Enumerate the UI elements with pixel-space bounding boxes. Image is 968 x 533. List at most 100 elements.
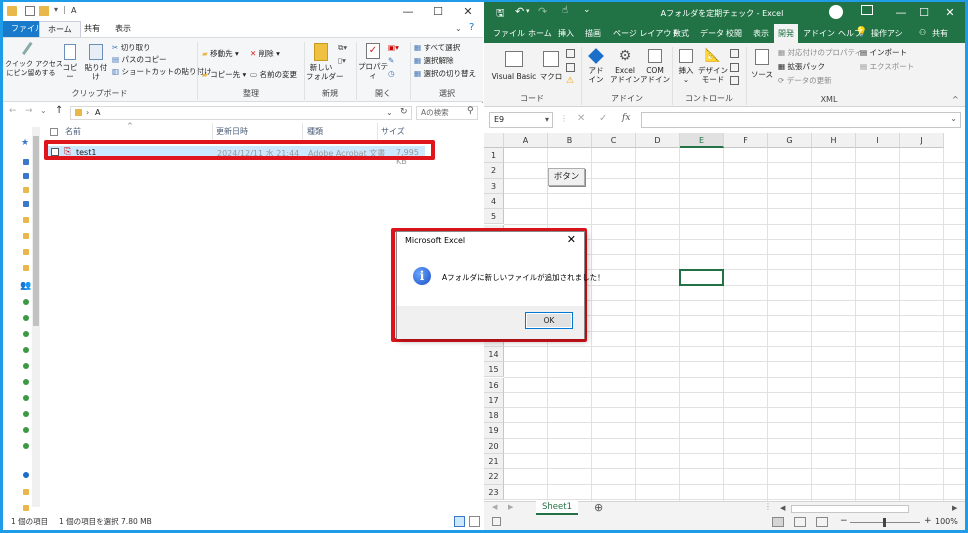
column-header-h[interactable]: H [812,133,856,148]
folder-nav-icon[interactable] [23,505,29,511]
sheet-prev-icon[interactable]: ◀ [492,503,497,511]
desktop-nav-icon[interactable] [23,159,29,165]
downloads-nav-icon[interactable] [23,173,29,179]
visual-basic-button[interactable]: Visual Basic [490,51,538,81]
up-icon[interactable]: ↑ [55,105,63,116]
cancel-formula-icon[interactable]: ✕ [577,113,585,124]
insert-control-button[interactable]: 挿入 ⌄ [675,49,697,84]
sync-folder-icon[interactable] [23,395,29,401]
ok-button[interactable]: OK [525,312,573,329]
address-box[interactable]: › A ⌄ ↻ [70,106,412,120]
excel-tab-0[interactable]: ファイル [489,24,529,43]
sync-folder-icon[interactable] [23,363,29,369]
close-button[interactable]: ✕ [453,2,483,21]
zoom-out-icon[interactable]: − [840,516,848,526]
help-icon[interactable]: ? [469,22,474,33]
forward-icon[interactable]: → [25,106,33,116]
folder-nav-icon[interactable] [23,489,29,495]
row-header-15[interactable]: 15 [484,362,504,378]
column-header-type[interactable]: 種類 [307,126,323,137]
new-item-button[interactable]: ⧉▾ [338,43,347,53]
form-button[interactable]: ボタン [548,168,585,186]
folder-nav-icon[interactable] [23,233,29,239]
column-header-size[interactable]: サイズ [381,126,405,137]
xml-source-button[interactable]: ソース [750,49,774,79]
macro-record-status-icon[interactable] [492,517,501,526]
customize-qat-icon[interactable]: ⌄ [583,5,591,15]
undo-dropdown-icon[interactable]: ▾ [526,7,530,15]
excel-tab-2[interactable]: 挿入 [554,24,578,43]
column-header-f[interactable]: F [724,133,768,148]
invert-selection-button[interactable]: ▦ 選択の切り替え [414,69,476,79]
row-header-17[interactable]: 17 [484,392,504,409]
zoom-slider-thumb[interactable] [883,518,886,527]
run-dialog-icon[interactable] [730,76,739,85]
checkbox-icon[interactable] [25,6,35,16]
export-button[interactable]: ▤ エクスポート [860,62,914,72]
row-header-16[interactable]: 16 [484,377,504,393]
row-header-18[interactable]: 18 [484,408,504,424]
active-cell-e9[interactable] [679,269,724,286]
excel-tab-3[interactable]: 描画 [581,24,605,43]
row-header-3[interactable]: 3 [484,178,504,194]
tab-home[interactable]: ホーム [39,21,81,37]
copy-button[interactable]: コピー [59,44,81,81]
open-button[interactable]: ▣▾ [388,43,399,53]
minimize-button[interactable]: — [393,2,423,21]
control-properties-icon[interactable] [730,49,739,58]
quick-access-dropdown-icon[interactable]: ▾ [54,5,58,14]
rename-button[interactable]: ▭ 名前の変更 [250,70,297,80]
select-all-checkbox[interactable] [50,128,58,136]
row-header-2[interactable]: 2 [484,163,504,179]
address-dropdown-icon[interactable]: ⌄ [386,108,393,117]
com-addins-button[interactable]: COM アドイン [640,49,670,84]
details-view-icon[interactable] [454,516,465,527]
ribbon-display-options-icon[interactable] [861,5,873,15]
column-header-a[interactable]: A [504,133,548,148]
folder-nav-icon[interactable] [23,217,29,223]
horizontal-scrollbar-thumb[interactable] [791,505,909,513]
map-properties-button[interactable]: ▦ 対応付けのプロパティ [778,48,862,58]
copy-path-button[interactable]: ▤ パスのコピー [112,55,166,65]
column-header-c[interactable]: C [592,133,636,148]
relative-ref-icon[interactable] [566,63,575,72]
select-none-button[interactable]: ▦ 選択解除 [414,56,453,66]
sync-folder-icon[interactable] [23,443,29,449]
edit-button[interactable]: ✎ [388,56,394,66]
column-separator[interactable] [377,123,378,141]
sync-folder-icon[interactable] [23,315,29,321]
excel-tab-11[interactable]: ヘルプ [834,24,866,43]
select-all-corner[interactable] [484,133,504,148]
delete-button[interactable]: ✕ 削除 ▾ [250,49,280,59]
page-break-view-icon[interactable] [816,517,828,527]
cut-button[interactable]: ✂ 切り取り [112,43,151,53]
hscroll-right-icon[interactable]: ▶ [952,504,957,512]
easy-access-button[interactable]: ▯▾ [338,56,346,66]
maximize-button[interactable]: ☐ [423,2,453,21]
sync-folder-icon[interactable] [23,347,29,353]
column-header-d[interactable]: D [636,133,680,148]
dialog-close-button[interactable]: ✕ [567,233,576,246]
paste-button[interactable]: 貼り付け [83,44,109,81]
zoom-in-icon[interactable]: + [924,516,932,526]
sync-folder-icon[interactable] [23,427,29,433]
column-header-modified[interactable]: 更新日時 [216,126,248,137]
record-macro-icon[interactable] [566,49,575,58]
expand-formula-icon[interactable]: ⌄ [950,114,957,123]
share-icon[interactable]: ⚇ [919,28,926,37]
row-header-1[interactable]: 1 [484,148,504,164]
properties-button[interactable]: ✓ プロパティ [357,43,389,80]
refresh-icon[interactable]: ↻ [400,107,408,117]
excel-tab-1[interactable]: ホーム [524,24,556,43]
sync-folder-icon[interactable] [23,299,29,305]
normal-view-icon[interactable] [772,517,784,527]
people-icon[interactable]: 👥 [20,281,31,291]
sync-folder-icon[interactable] [23,411,29,417]
row-header-22[interactable]: 22 [484,469,504,485]
back-icon[interactable]: ← [9,106,17,116]
macro-button[interactable]: マクロ [539,51,563,81]
import-button[interactable]: ▤ インポート [860,48,907,58]
row-header-14[interactable]: 14 [484,346,504,363]
column-separator[interactable] [302,123,303,141]
row-header-20[interactable]: 20 [484,438,504,454]
